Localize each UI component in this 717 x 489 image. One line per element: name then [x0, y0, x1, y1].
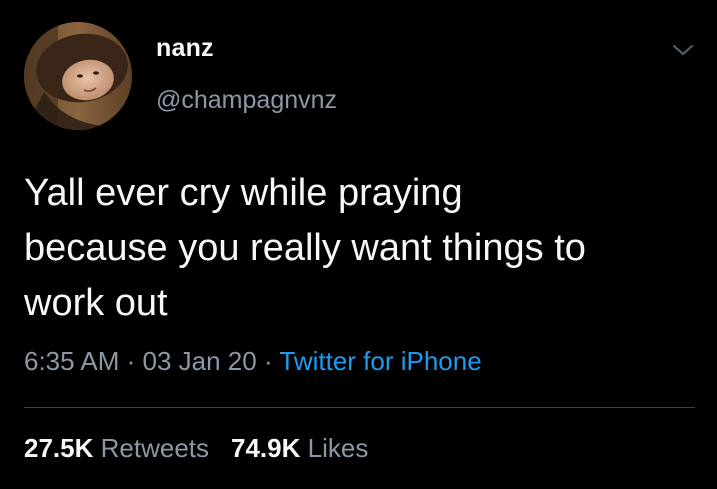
tweet-text: Yall ever cry while praying because you … [24, 172, 586, 324]
avatar-image [24, 22, 132, 130]
divider [24, 407, 695, 408]
chevron-down-icon[interactable] [668, 38, 698, 62]
likes-count: 74.9K [231, 433, 301, 463]
avatar[interactable] [24, 22, 132, 130]
tweet-time[interactable]: 6:35 AM [24, 346, 119, 376]
retweets-count: 27.5K [24, 433, 94, 463]
likes-stat[interactable]: 74.9K Likes [231, 433, 368, 463]
display-name[interactable]: nanz [156, 34, 214, 63]
retweets-label: Retweets [100, 433, 210, 463]
retweets-stat[interactable]: 27.5K Retweets [24, 433, 209, 463]
likes-label: Likes [307, 433, 369, 463]
tweet-metadata: 6:35 AM · 03 Jan 20 · Twitter for iPhone [24, 346, 482, 377]
engagement-stats: 27.5K Retweets 74.9K Likes [24, 433, 368, 464]
tweet-date[interactable]: 03 Jan 20 [143, 346, 257, 376]
tweet-source-link[interactable]: Twitter for iPhone [279, 346, 481, 376]
meta-separator: · [119, 346, 143, 376]
user-handle[interactable]: @champagnvnz [156, 86, 337, 115]
meta-separator: · [256, 346, 280, 376]
tweet: nanz @champagnvnz Yall ever cry while pr… [0, 0, 717, 489]
